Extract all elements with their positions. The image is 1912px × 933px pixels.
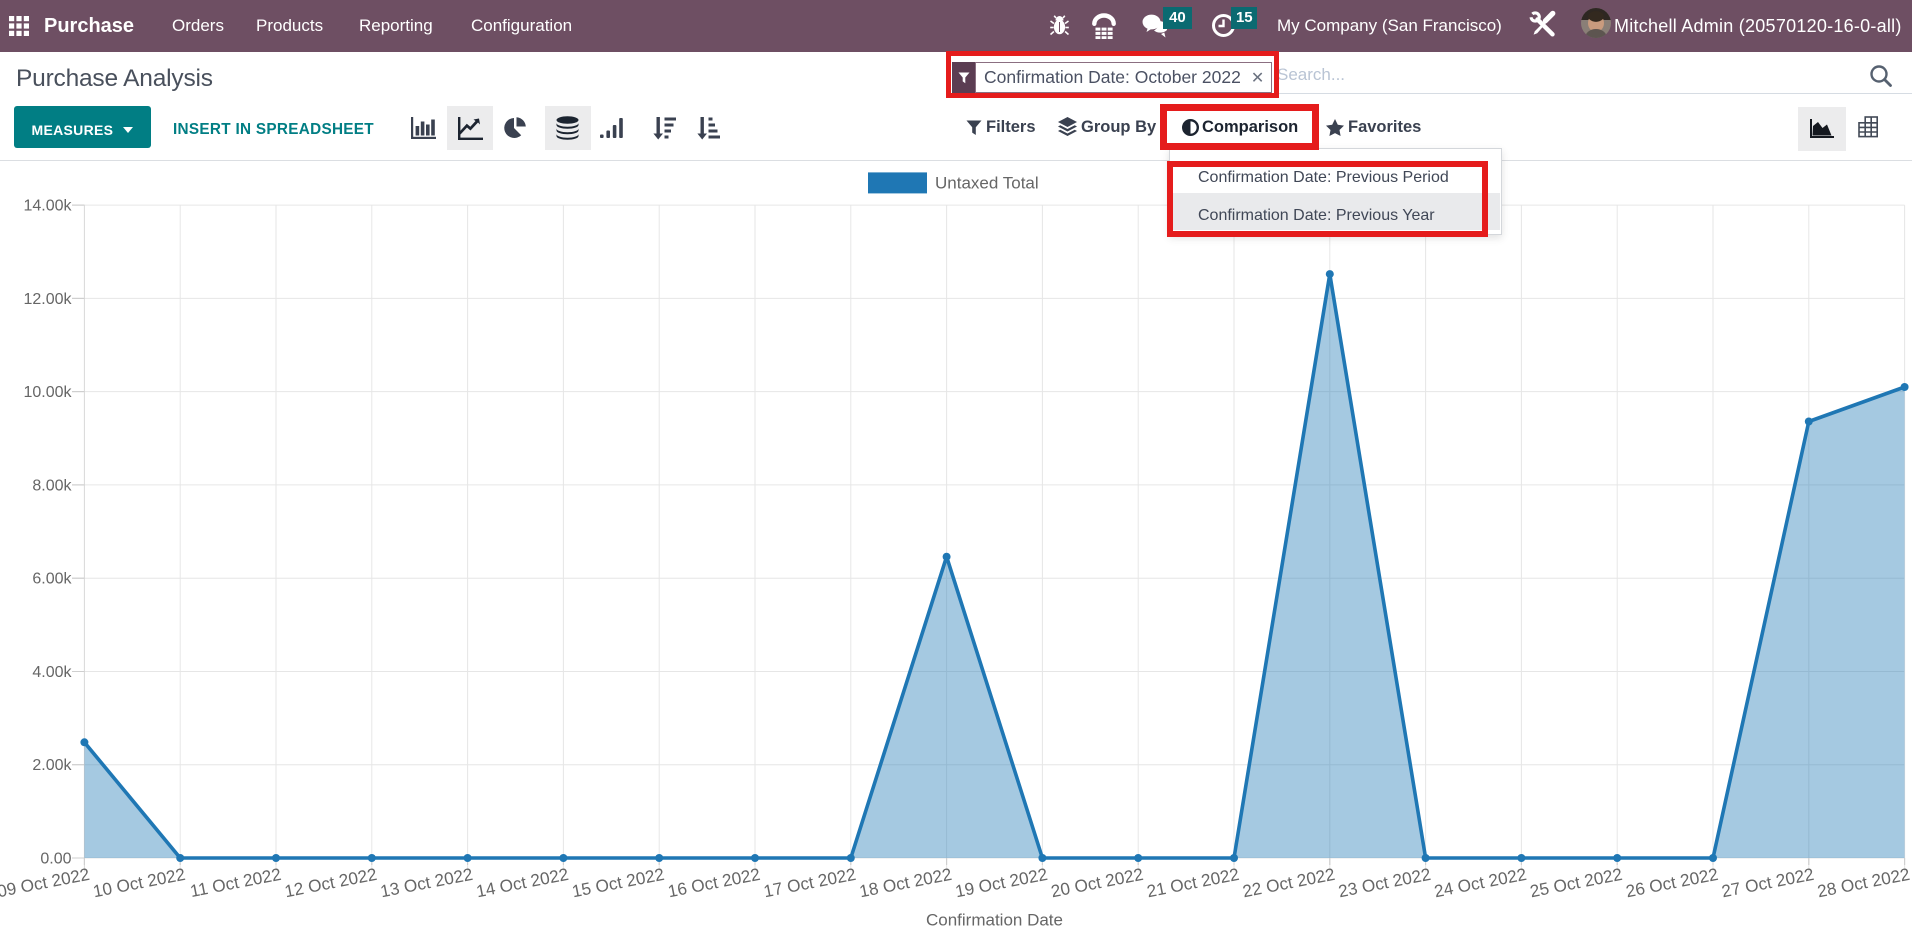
svg-text:24 Oct 2022: 24 Oct 2022: [1432, 864, 1528, 902]
svg-text:09 Oct 2022: 09 Oct 2022: [0, 864, 91, 902]
svg-text:4.00k: 4.00k: [32, 664, 72, 681]
svg-text:26 Oct 2022: 26 Oct 2022: [1624, 864, 1720, 902]
svg-text:16 Oct 2022: 16 Oct 2022: [666, 864, 762, 902]
svg-text:6.00k: 6.00k: [32, 571, 72, 588]
svg-text:27 Oct 2022: 27 Oct 2022: [1720, 864, 1816, 902]
svg-text:14 Oct 2022: 14 Oct 2022: [474, 864, 570, 902]
svg-text:Untaxed Total: Untaxed Total: [935, 174, 1039, 193]
svg-text:19 Oct 2022: 19 Oct 2022: [953, 864, 1049, 902]
svg-text:0.00: 0.00: [40, 851, 71, 868]
svg-text:12 Oct 2022: 12 Oct 2022: [283, 864, 379, 902]
svg-text:17 Oct 2022: 17 Oct 2022: [762, 864, 858, 902]
svg-text:Confirmation Date: Confirmation Date: [926, 911, 1063, 930]
svg-text:2.00k: 2.00k: [32, 757, 72, 774]
svg-text:25 Oct 2022: 25 Oct 2022: [1528, 864, 1624, 902]
svg-text:12.00k: 12.00k: [23, 291, 72, 308]
svg-text:13 Oct 2022: 13 Oct 2022: [379, 864, 475, 902]
svg-text:8.00k: 8.00k: [32, 477, 72, 494]
svg-text:10.00k: 10.00k: [23, 384, 72, 401]
svg-text:14.00k: 14.00k: [23, 198, 72, 215]
svg-text:15 Oct 2022: 15 Oct 2022: [570, 864, 666, 902]
svg-text:23 Oct 2022: 23 Oct 2022: [1337, 864, 1433, 902]
svg-text:20 Oct 2022: 20 Oct 2022: [1049, 864, 1145, 902]
svg-text:11 Oct 2022: 11 Oct 2022: [188, 864, 282, 901]
svg-text:28 Oct 2022: 28 Oct 2022: [1816, 864, 1912, 902]
svg-text:21 Oct 2022: 21 Oct 2022: [1145, 864, 1241, 902]
svg-text:18 Oct 2022: 18 Oct 2022: [858, 864, 954, 902]
svg-text:10 Oct 2022: 10 Oct 2022: [91, 864, 187, 902]
svg-text:22 Oct 2022: 22 Oct 2022: [1241, 864, 1337, 902]
